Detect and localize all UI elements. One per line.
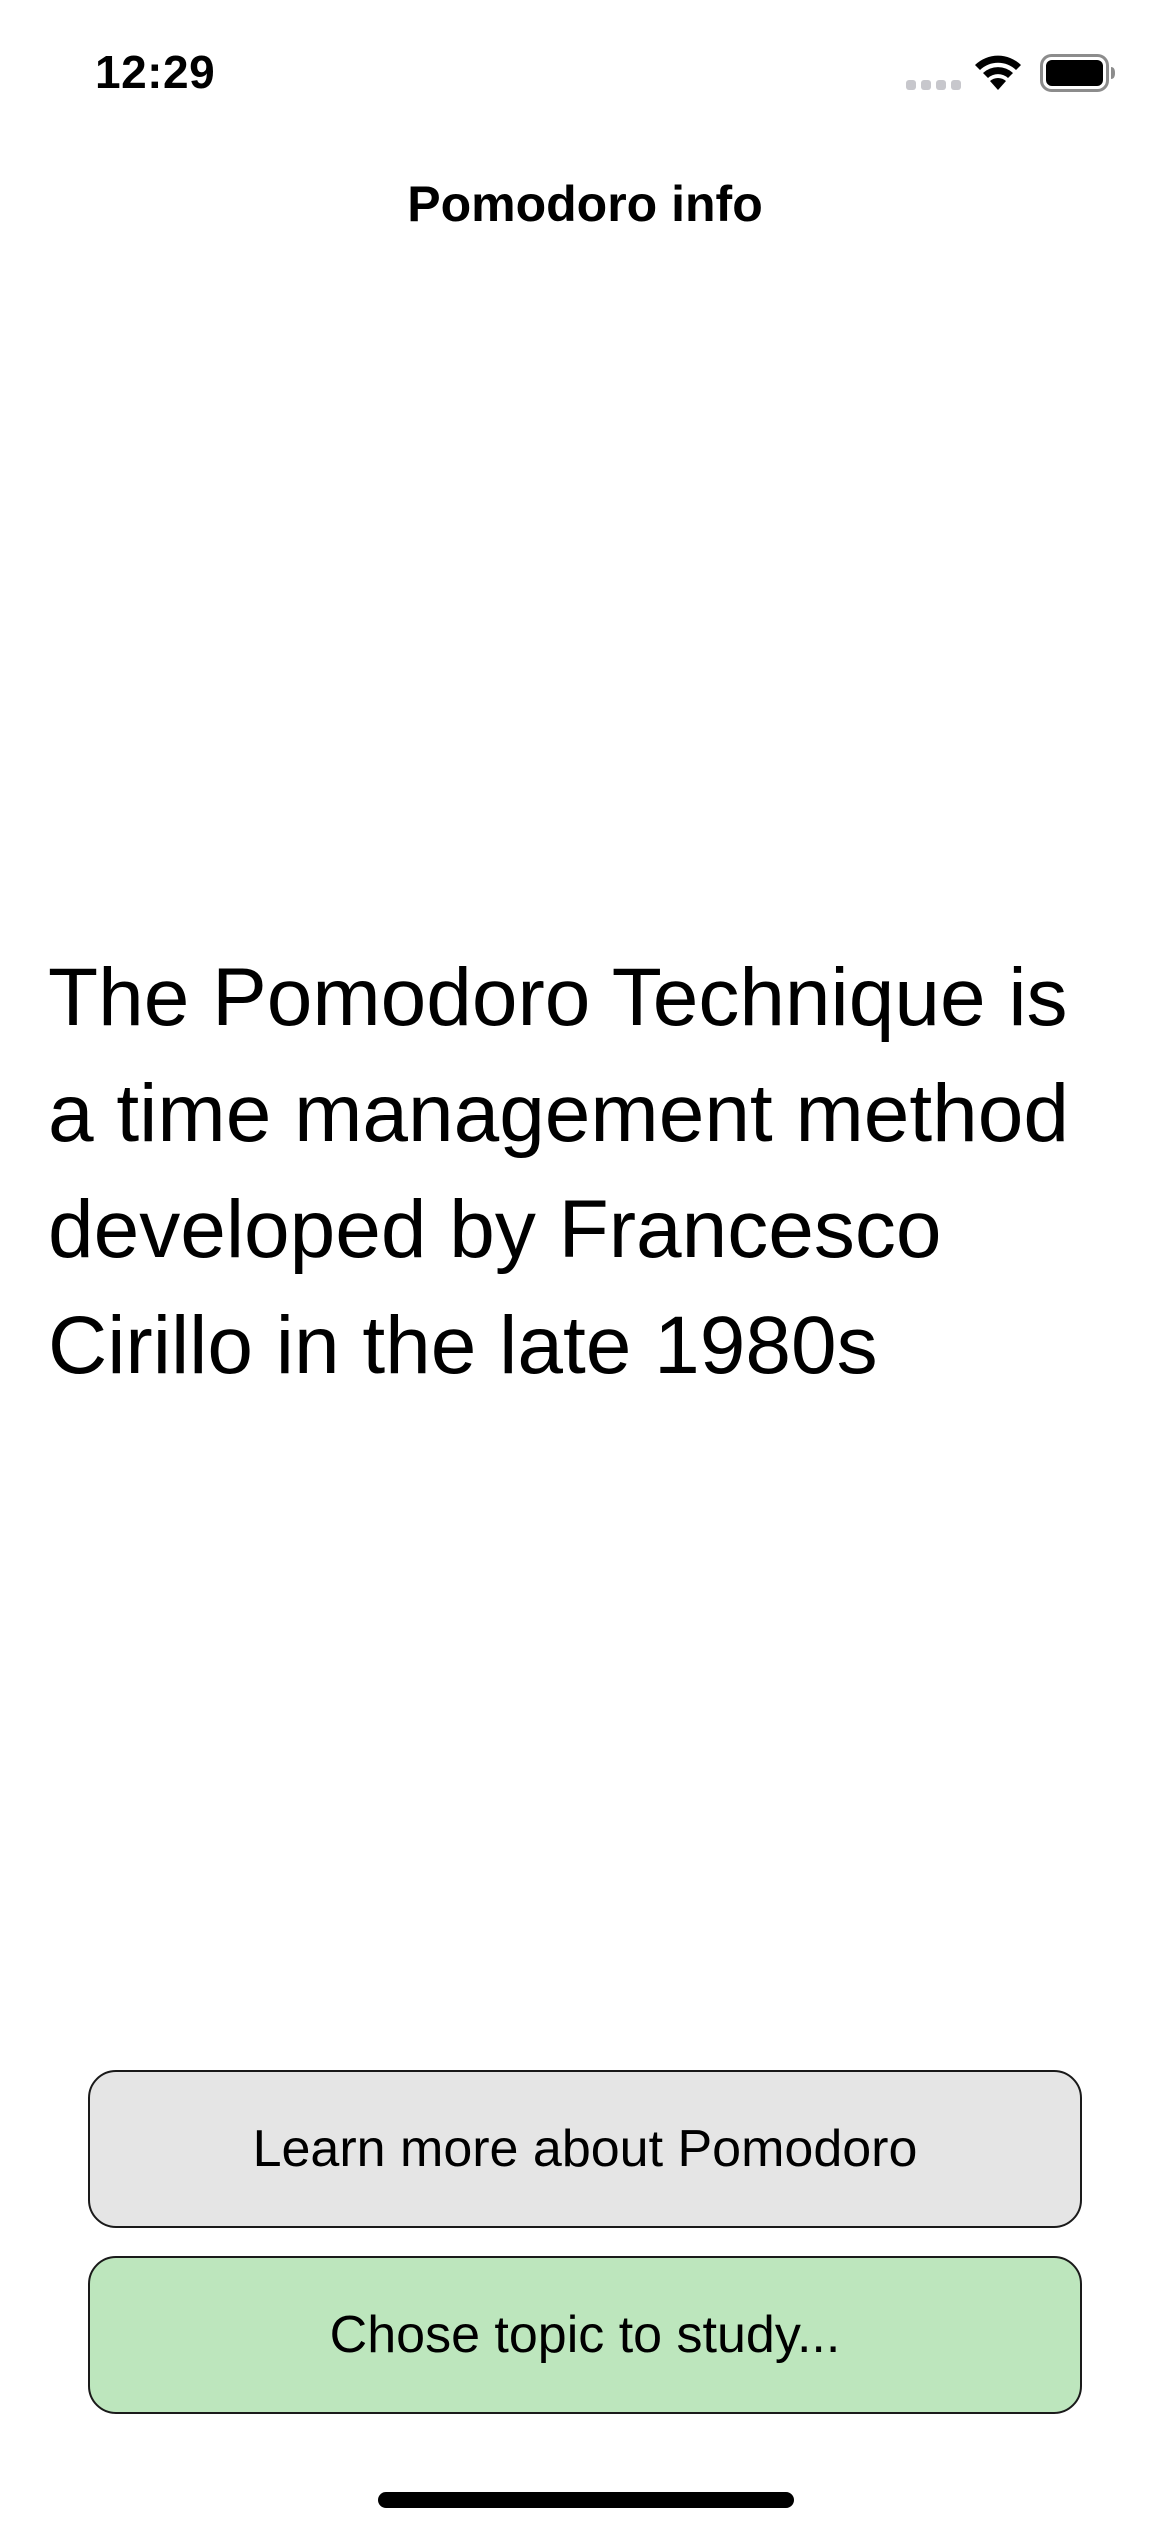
wifi-icon	[975, 55, 1021, 90]
pomodoro-description: The Pomodoro Technique is a time managem…	[48, 952, 1069, 1391]
choose-topic-button[interactable]: Chose topic to study...	[88, 2256, 1082, 2414]
status-bar: 12:29	[0, 0, 1170, 140]
battery-icon	[1040, 54, 1115, 92]
learn-more-button[interactable]: Learn more about Pomodoro	[88, 2070, 1082, 2228]
signal-icon	[906, 80, 961, 90]
page-title: Pomodoro info	[407, 176, 763, 232]
home-indicator[interactable]	[378, 2492, 794, 2508]
status-time: 12:29	[95, 46, 216, 98]
